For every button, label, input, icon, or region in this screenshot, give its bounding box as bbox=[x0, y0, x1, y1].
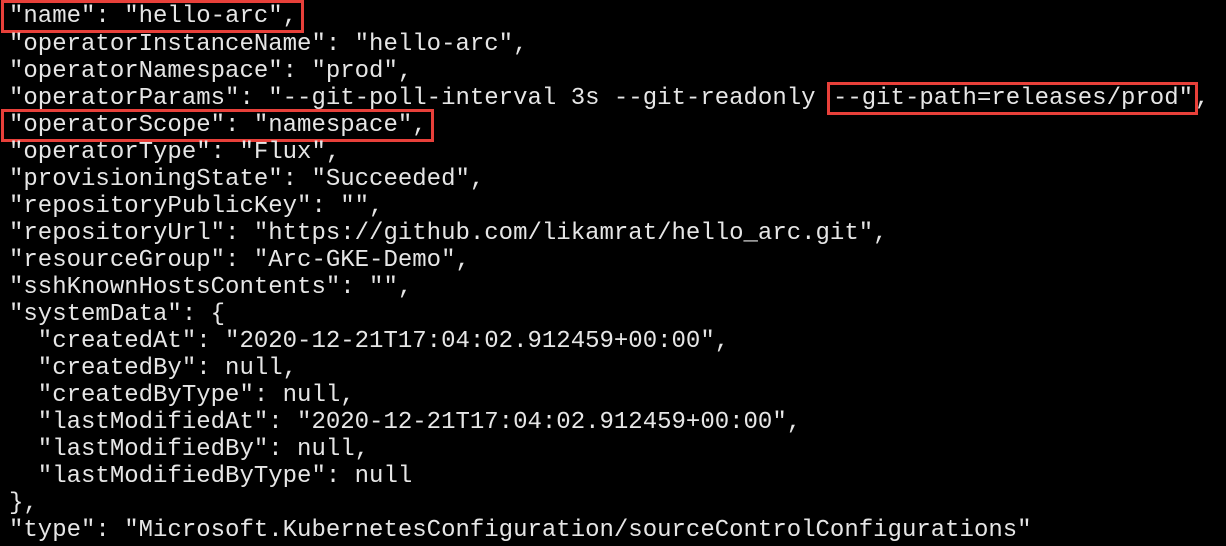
json-line-created-by: "createdBy": null, bbox=[9, 355, 298, 382]
json-line-name: "name": "hello-arc", bbox=[0, 0, 305, 33]
json-line-repository-public-key: "repositoryPublicKey": "", bbox=[9, 193, 384, 220]
highlight-box-name: "name": "hello-arc", bbox=[0, 0, 305, 33]
json-line-type: "type": "Microsoft.KubernetesConfigurati… bbox=[9, 517, 1032, 544]
highlight-box-git-path: --git-path=releases/prod" bbox=[826, 82, 1199, 115]
json-line-operator-type: "operatorType": "Flux", bbox=[9, 139, 341, 166]
json-line-system-data: "systemData": { bbox=[9, 301, 226, 328]
json-line-last-modified-at: "lastModifiedAt": "2020-12-21T17:04:02.9… bbox=[9, 409, 802, 436]
operator-params-trailing-comma: , bbox=[1195, 85, 1210, 112]
json-line-repository-url: "repositoryUrl": "https://github.com/lik… bbox=[9, 220, 888, 247]
json-line-ssh-known-hosts: "sshKnownHostsContents": "", bbox=[9, 274, 413, 301]
json-line-created-at: "createdAt": "2020-12-21T17:04:02.912459… bbox=[9, 328, 730, 355]
operator-params-text: "operatorParams": "--git-poll-interval 3… bbox=[9, 85, 830, 112]
terminal-output[interactable]: "name": "hello-arc", "operatorInstanceNa… bbox=[0, 0, 1226, 546]
json-line-provisioning-state: "provisioningState": "Succeeded", bbox=[9, 166, 485, 193]
json-line-last-modified-by: "lastModifiedBy": null, bbox=[9, 436, 370, 463]
json-line-operator-scope: "operatorScope": "namespace", bbox=[1, 109, 434, 142]
json-line-system-data-close: }, bbox=[9, 490, 38, 517]
json-line-operator-params: "operatorParams": "--git-poll-interval 3… bbox=[9, 82, 1210, 115]
json-line-operator-namespace: "operatorNamespace": "prod", bbox=[9, 58, 413, 85]
json-line-operator-instance-name: "operatorInstanceName": "hello-arc", bbox=[9, 31, 528, 58]
json-line-last-modified-by-type: "lastModifiedByType": null bbox=[9, 463, 413, 490]
json-line-created-by-type: "createdByType": null, bbox=[9, 382, 355, 409]
json-line-resource-group: "resourceGroup": "Arc-GKE-Demo", bbox=[9, 247, 470, 274]
highlight-box-operator-scope: "operatorScope": "namespace", bbox=[1, 109, 434, 142]
